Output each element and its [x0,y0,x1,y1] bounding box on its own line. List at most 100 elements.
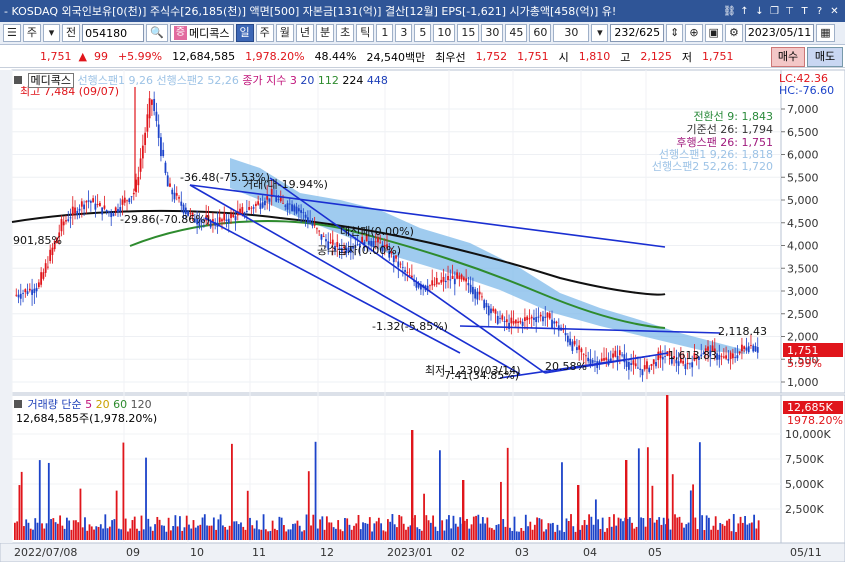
volume-bar [377,517,380,540]
pin-icon[interactable]: ⊤ [783,5,796,18]
interval-45-button[interactable]: 45 [505,24,528,42]
date-axis-label: 04 [583,546,597,559]
candle-body [96,203,99,205]
interval-3-button[interactable]: 3 [395,24,413,42]
volume-bar [565,518,568,540]
candle-body [458,275,461,279]
volume-legend-toggle-icon[interactable] [14,400,22,408]
prev-button[interactable]: 전 [62,24,81,42]
legend-span1[interactable]: 선행스팬1 9,26 [77,74,152,87]
interval-30-button[interactable]: 30 [481,24,504,42]
search-icon[interactable]: 🔍 [146,24,168,42]
period-week-button[interactable]: 주 [255,24,274,42]
candle-body [575,347,578,351]
calendar-icon[interactable]: ▦ [816,24,835,42]
volume-bar [653,522,656,540]
interval-15-button[interactable]: 15 [457,24,480,42]
volume-bar [651,485,654,540]
legend-ma448[interactable]: 448 [367,74,388,87]
period-tick-button[interactable]: 틱 [356,24,375,42]
volume-bar [337,520,340,540]
candle-body [623,354,626,363]
volume-bar [717,529,719,540]
candle-body [612,353,614,358]
ichimoku-conversion: 전환선 9: 1,843 [693,110,773,123]
candle-body [245,211,248,212]
date-axis-label: 02 [451,546,465,559]
interval-5-button[interactable]: 5 [414,24,432,42]
scroll-arrows-icon[interactable]: ⇕ [666,24,684,42]
volume-bar [93,529,95,540]
price-tick-label: 2,000 [787,331,819,344]
volume-bar [61,525,64,540]
dropdown-chevron-icon[interactable]: ▾ [43,24,60,42]
volume-bar [251,525,254,540]
volume-bar [321,516,324,540]
volume-bar [500,481,502,540]
volume-bar [176,526,179,540]
arrow-up-icon[interactable]: ↑ [738,5,751,18]
grid-menu-icon[interactable]: ☰ [3,24,21,42]
save-icon[interactable]: ▣ [704,24,723,42]
volume-pct-tag-text: 1978.20% [787,414,843,427]
interval-1-button[interactable]: 1 [376,24,394,42]
legend-ma112[interactable]: 112 [318,74,339,87]
legend-ma224[interactable]: 224 [342,74,363,87]
help-icon[interactable]: ? [813,5,826,18]
candle-body [83,204,85,210]
zoom-icon[interactable]: ⊕ [685,24,703,42]
volume-bar [314,441,317,540]
price-legend-name[interactable]: 메디콕스 [27,73,74,88]
candle-body [440,279,443,283]
date-axis-label: 09 [126,546,140,559]
period-month-button[interactable]: 월 [275,24,294,42]
volume-bar [414,515,416,540]
interval-dropdown-icon[interactable]: ▾ [591,24,609,42]
close-icon[interactable]: ✕ [828,5,841,18]
volume-bar [54,522,57,540]
volume-bar [703,530,706,540]
buy-button[interactable]: 매수 [771,47,805,67]
interval-10-button[interactable]: 10 [433,24,456,42]
stock-code-input[interactable] [82,24,145,42]
candle-body [94,203,97,210]
sell-button[interactable]: 매도 [807,47,843,67]
period-year-button[interactable]: 년 [295,24,315,42]
candle-body [300,210,302,213]
annotation-6: 공수급자(0.00%) [317,244,401,257]
arrow-down-icon[interactable]: ↓ [753,5,766,18]
volume-bar [402,523,405,540]
volume-bar [249,517,251,540]
stock-info-ticker: - KOSDAQ 외국인보유[0(천)] 주식수[26,185(천)] 액면[5… [4,5,617,18]
date-field[interactable]: 2023/05/11 [744,24,815,42]
volume-bar [678,516,681,540]
text-icon[interactable]: T [798,5,811,18]
settings-icon[interactable]: ⚙ [724,24,743,42]
period-menu-button[interactable]: 주 [22,24,41,42]
stock-name-field[interactable]: 증 메디콕스 [169,24,234,42]
legend-ma20[interactable]: 20 [300,74,314,87]
volume-bar [484,523,487,540]
copy-icon[interactable]: ❐ [768,5,781,18]
legend-toggle-icon[interactable] [14,76,22,84]
link-icon[interactable]: ⛓ [723,5,736,18]
candle-body [157,124,160,138]
volume-bar [312,514,315,540]
volume-bar [368,517,371,540]
quote-high: 2,125 [640,50,672,63]
period-second-button[interactable]: 초 [336,24,355,42]
period-day-button[interactable]: 일 [235,24,254,42]
interval-60-button[interactable]: 60 [529,24,552,42]
legend-index[interactable]: 종가 지수 3 [242,74,296,87]
candle-body [162,149,165,156]
interval-custom-input[interactable]: 30 [553,24,590,42]
page-counter: 232/625 [610,24,665,42]
volume-bar [127,531,129,540]
volume-bar [448,515,450,540]
stock-chart[interactable]: 10,000K 7,500K 5,000K 2,500K 7,000 6,500 6,00… [0,68,845,562]
candle-body [47,266,49,268]
volume-bar [710,529,713,540]
legend-span2[interactable]: 선행스팬2 52,26 [156,74,238,87]
candle-body [51,247,54,256]
period-minute-button[interactable]: 분 [316,24,335,42]
